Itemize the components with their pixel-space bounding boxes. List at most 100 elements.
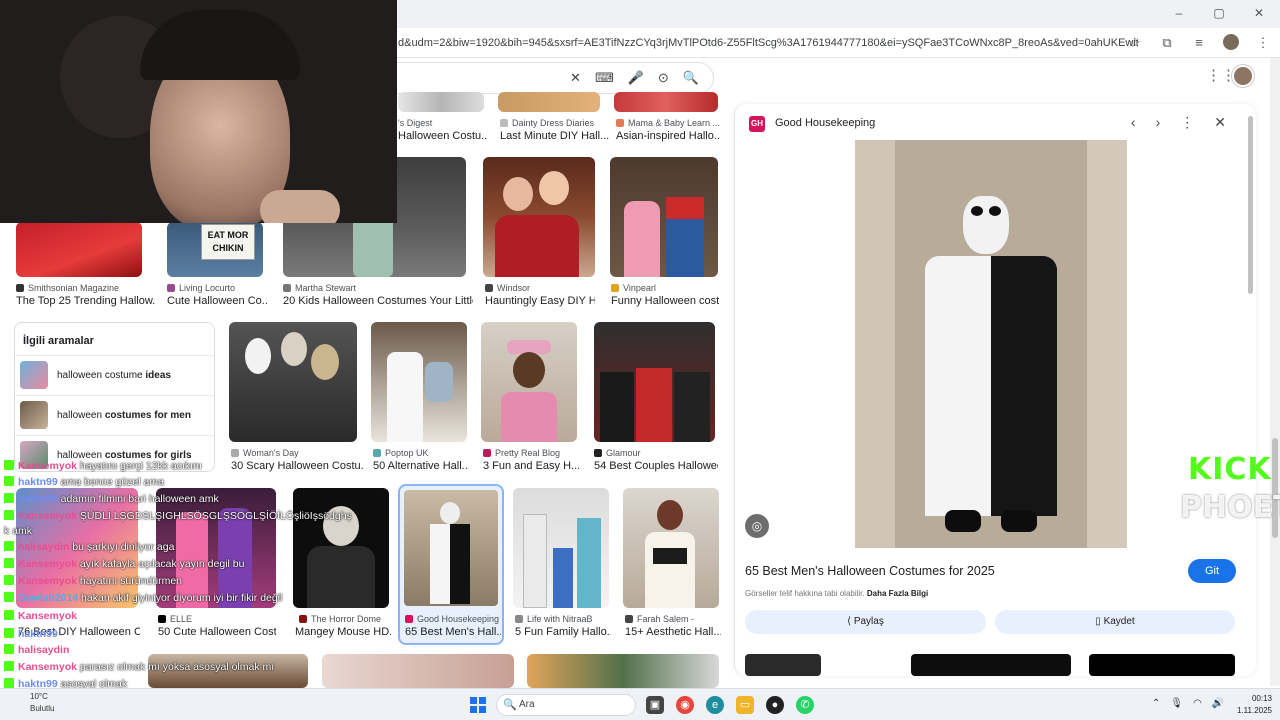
image-thumbnail[interactable] [513,488,609,608]
edge-icon[interactable]: e [706,696,724,714]
image-thumbnail[interactable]: EAT MOR CHIKIN [167,222,263,277]
image-title[interactable]: Asian-inspired Hallo... [616,130,720,142]
share-button[interactable]: ⟨ Paylaş [745,610,986,634]
image-thumbnail[interactable] [594,322,715,442]
image-title[interactable]: 3 Fun and Easy H... [483,460,579,472]
image-title[interactable]: Funny Halloween cost... [611,295,719,307]
media-controls-icon[interactable]: ≡ [1190,34,1208,52]
preview-nav: ‹ › ⋮ ✕ [1131,114,1226,131]
image-preview-panel: GH Good Housekeeping ‹ › ⋮ ✕ ◎ 65 Best M… [734,104,1256,676]
stream-chat: Kansemyok hayatını gerçi 12kk acıkını ha… [4,460,424,710]
image-title[interactable]: Halloween Costu... [398,130,488,142]
close-window-button[interactable]: ✕ [1252,6,1266,20]
clock-date: 1.11.2025 [1237,706,1272,715]
obs-icon[interactable]: ● [766,696,784,714]
image-thumbnail[interactable] [371,322,467,442]
image-thumbnail[interactable] [483,157,595,277]
chrome-icon[interactable]: ◉ [676,696,694,714]
visit-button[interactable]: Git [1188,559,1236,583]
image-thumbnail[interactable] [527,654,719,688]
image-title[interactable]: The Top 25 Trending Hallow... [16,295,156,307]
apps-grid-icon[interactable]: ⋮⋮ [1206,68,1236,84]
preview-scrollbar[interactable] [1248,116,1253,294]
webcam-overlay [0,0,397,223]
chat-message: haktn99 adamın filmini bari halloween am… [4,493,219,508]
more-options-icon[interactable]: ⋮ [1180,114,1194,131]
image-thumbnail[interactable] [16,222,142,277]
wifi-icon[interactable]: ◠ [1193,698,1202,709]
chat-message: Kansemyok ŞÜDLİ LŞGDSLŞIGHLSÖSGLŞSÖGLŞİÖ… [4,510,352,525]
image-source: Farah Salem - [625,614,721,624]
learn-more-link[interactable]: Daha Fazla Bilgi [867,589,928,598]
lens-icon[interactable]: ◎ [745,514,769,538]
image-thumbnail[interactable] [229,322,357,442]
whatsapp-icon[interactable]: ✆ [796,696,814,714]
file-explorer-icon[interactable]: ▭ [736,696,754,714]
chat-message: Kansemyok parasız olmak mı yoksa asosyal… [4,661,274,676]
url-text[interactable]: d&udm=2&biw=1920&bih=945&sxsrf=AE3TifNzz… [398,37,1138,49]
windows-start-icon[interactable] [470,697,486,713]
next-icon[interactable]: › [1156,114,1161,131]
related-search-item[interactable]: halloween costume ideas [15,355,214,395]
related-image[interactable] [1089,654,1235,676]
chat-message: haktn99 [4,628,58,643]
related-search-bold: costumes for men [104,410,191,421]
bookmark-star-icon[interactable]: ☆ [1126,34,1144,52]
extensions-icon[interactable]: ⧉ [1158,34,1176,52]
close-icon[interactable]: ✕ [1214,114,1226,131]
image-thumbnail[interactable] [623,488,719,608]
image-title[interactable]: 15+ Aesthetic Hall... [625,626,721,638]
avatar[interactable] [1232,65,1254,87]
maximize-button[interactable]: ▢ [1212,6,1226,20]
search-icon[interactable]: 🔍 [683,70,699,86]
menu-kebab-icon[interactable]: ⋮ [1254,34,1272,52]
image-title[interactable]: Hauntingly Easy DIY H... [485,295,595,307]
image-thumbnail[interactable] [481,322,577,442]
previous-icon[interactable]: ‹ [1131,114,1136,131]
image-source: Windsor [485,283,595,293]
minimize-button[interactable]: – [1172,6,1186,20]
image-title[interactable]: 54 Best Couples Halloween... [594,460,718,472]
image-title[interactable]: Cute Halloween Co... [167,295,267,307]
preview-source[interactable]: Good Housekeeping [775,117,875,129]
image-thumbnail[interactable] [498,92,600,112]
task-view-icon[interactable]: ▣ [646,696,664,714]
address-bar-icons: ☆ ⧉ ≡ ⋮ [1126,34,1272,52]
save-button[interactable]: ▯ Kaydet [995,610,1235,634]
search-input[interactable]: ✕ ⌨ 🎤 ⊙ 🔍 [360,62,714,94]
related-image[interactable] [911,654,1071,676]
related-search-bold: ideas [145,370,171,381]
image-title[interactable]: Last Minute DIY Hall... [500,130,610,142]
image-thumbnail[interactable] [610,157,718,277]
profile-icon[interactable] [1222,34,1240,52]
image-thumbnail[interactable] [398,92,484,112]
clear-icon[interactable]: ✕ [570,70,581,86]
chevron-up-icon[interactable]: ⌃ [1152,698,1160,709]
image-title[interactable]: 20 Kids Halloween Costumes Your Little .… [283,295,473,307]
weather-widget[interactable]: 10°C Bulutlu [30,691,54,715]
chat-message: Kansemyok hayatını süründürmen [4,575,182,590]
preview-image[interactable] [855,140,1127,548]
image-source: Dainty Dress Diaries [500,118,610,128]
image-title[interactable]: 5 Fun Family Hallo... [515,626,611,638]
sign: EAT MOR CHIKIN [201,224,255,260]
page-scrollbar[interactable] [1270,58,1280,686]
related-search-prefix: halloween costume [57,370,146,381]
preview-title[interactable]: 65 Best Men's Halloween Costumes for 202… [745,564,995,578]
taskbar-search[interactable]: 🔍 Ara [496,694,636,716]
image-thumbnail[interactable] [614,92,718,112]
lens-icon[interactable]: ⊙ [658,70,669,86]
clock[interactable]: 00:13 1.11.2025 [1226,693,1272,717]
volume-icon[interactable]: 🔊 [1212,698,1224,709]
image-source: Woman's Day [231,448,359,458]
related-search-item[interactable]: halloween costumes for men [15,395,214,435]
image-source: Vinpearl [611,283,719,293]
microphone-icon[interactable]: 🎤 [628,70,644,86]
streamer-logo: PHOETA [1180,490,1280,525]
related-search-prefix: halloween [57,410,105,421]
image-source: Living Locurto [167,283,267,293]
microphone-icon[interactable]: 🎙 [1170,698,1183,709]
keyboard-icon[interactable]: ⌨ [595,70,614,86]
image-source: Mama & Baby Learn ... [616,118,720,128]
related-image[interactable] [745,654,821,676]
